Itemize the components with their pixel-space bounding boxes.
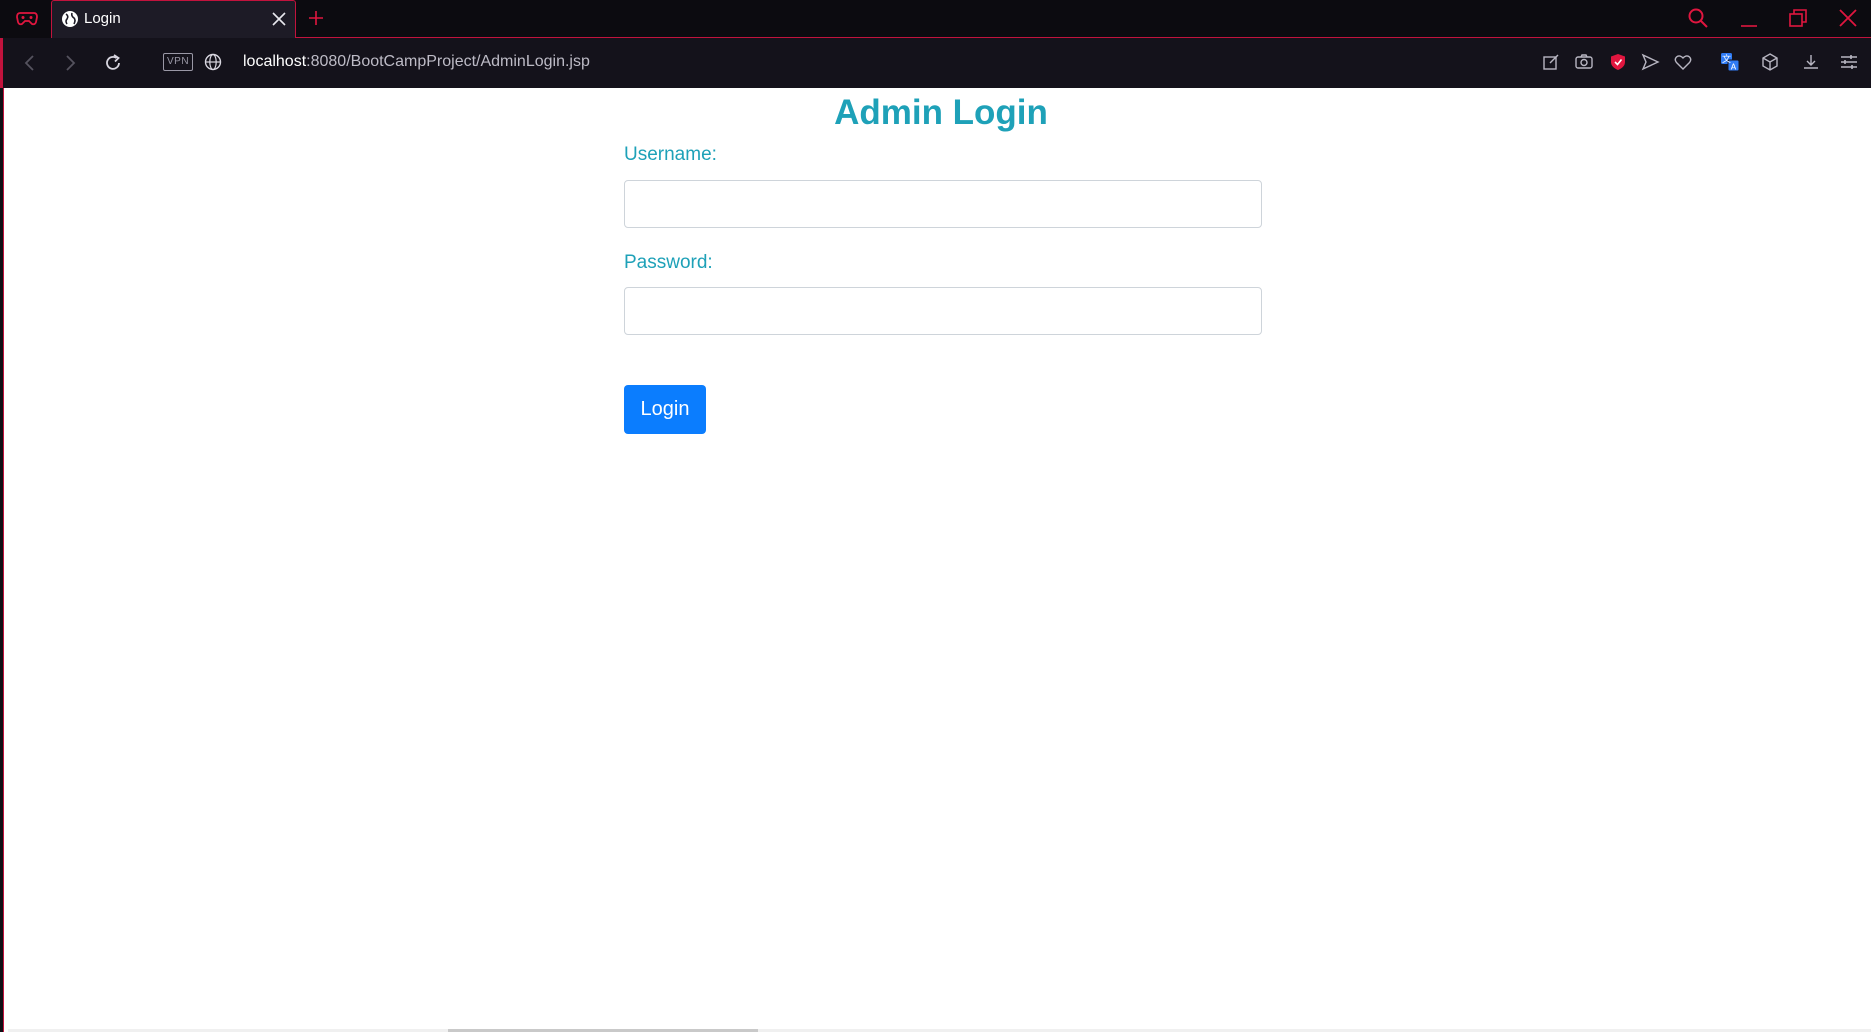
close-window-icon[interactable] [1837, 7, 1859, 29]
camera-icon[interactable] [1574, 52, 1594, 72]
search-icon[interactable] [1687, 7, 1709, 29]
restore-icon[interactable] [1787, 7, 1809, 29]
translate-icon[interactable]: 文A [1720, 52, 1740, 72]
new-tab-plus-icon[interactable] [307, 9, 325, 27]
forward-icon[interactable] [60, 53, 80, 73]
svg-text:A: A [1731, 63, 1737, 72]
back-icon[interactable] [20, 53, 40, 73]
login-button[interactable]: Login [624, 385, 706, 434]
tab-title: Login [84, 10, 121, 27]
username-label: Username: [624, 144, 717, 165]
shield-icon[interactable] [1608, 52, 1628, 72]
globe-icon [61, 10, 79, 28]
address-bar: VPN localhost:8080/BootCampProject/Admin… [0, 38, 1871, 88]
close-tab-icon[interactable] [271, 11, 287, 27]
svg-text:文: 文 [1722, 53, 1731, 65]
page-title: Admin Login [834, 93, 1048, 132]
snapshot-edit-icon[interactable] [1541, 52, 1561, 72]
url-field[interactable]: localhost:8080/BootCampProject/AdminLogi… [243, 53, 590, 71]
download-icon[interactable] [1801, 52, 1821, 72]
vpn-badge[interactable]: VPN [163, 53, 194, 71]
username-input[interactable] [624, 180, 1262, 228]
settings-sliders-icon[interactable] [1839, 52, 1859, 72]
cube-icon[interactable] [1760, 52, 1780, 72]
heart-icon[interactable] [1673, 52, 1693, 72]
reload-icon[interactable] [103, 53, 123, 73]
tab-login[interactable]: Login [51, 0, 296, 38]
url-host: localhost [243, 53, 307, 70]
tab-strip: Login [0, 0, 1871, 38]
minimize-icon[interactable] [1738, 7, 1760, 29]
password-label: Password: [624, 252, 713, 273]
page-viewport: Admin Login Username: Password: Login [3, 88, 1871, 1032]
password-input[interactable] [624, 287, 1262, 335]
send-icon[interactable] [1640, 52, 1660, 72]
browser-logo-icon[interactable] [14, 9, 40, 29]
site-info-globe-icon[interactable] [204, 53, 222, 71]
url-path: :8080/BootCampProject/AdminLogin.jsp [306, 53, 590, 70]
